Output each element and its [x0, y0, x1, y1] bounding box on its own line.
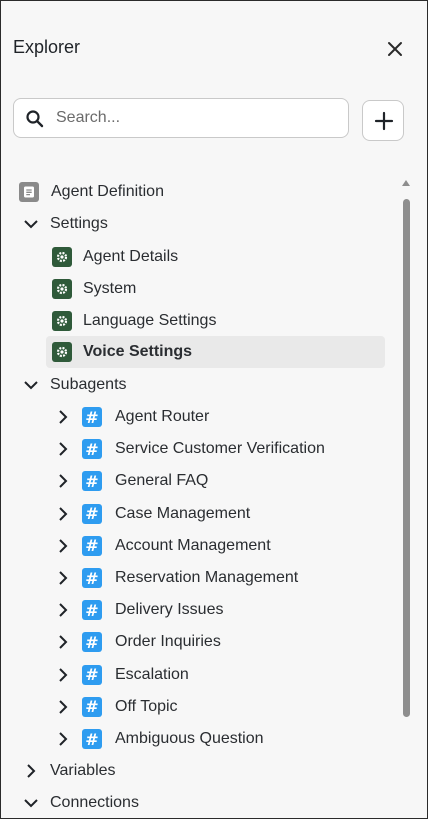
gear-icon: [52, 342, 72, 362]
tree-item-label: Service Customer Verification: [115, 440, 325, 458]
tree-group-label: Connections: [50, 794, 139, 811]
chevron-right-icon[interactable]: [53, 568, 73, 588]
tree-item-label: Agent Details: [83, 248, 179, 265]
chevron-down-icon[interactable]: [21, 793, 41, 813]
tree-item-label: Voice Settings: [83, 343, 193, 360]
hash-icon: #: [82, 471, 102, 492]
gear-icon: [52, 311, 72, 331]
tree-group-settings[interactable]: Settings: [21, 208, 108, 240]
tree-item-subagent[interactable]: # Delivery Issues: [53, 594, 223, 626]
hash-icon: #: [82, 664, 102, 685]
tree-group-connections[interactable]: Connections: [21, 787, 139, 818]
tree-item-label: Agent Definition: [51, 183, 164, 200]
tree-group-label: Settings: [50, 215, 108, 232]
close-icon: [388, 42, 402, 56]
add-button[interactable]: [362, 100, 404, 141]
tree-item-agent-details[interactable]: Agent Details: [52, 241, 178, 273]
close-button[interactable]: [384, 38, 406, 60]
hash-icon: #: [82, 568, 102, 588]
tree-item-label: Escalation: [115, 665, 189, 683]
explorer-panel: Explorer Agent Definition Settings: [0, 0, 428, 819]
chevron-right-icon[interactable]: [53, 504, 73, 524]
tree-group-variables[interactable]: Variables: [21, 755, 116, 787]
hash-icon: #: [82, 535, 102, 556]
tree-item-subagent[interactable]: # General FAQ: [53, 465, 208, 497]
tree-item-system[interactable]: System: [52, 273, 136, 305]
tree-item-label: Language Settings: [83, 312, 217, 329]
chevron-right-icon[interactable]: [53, 471, 73, 491]
tree-item-agent-definition[interactable]: Agent Definition: [19, 176, 164, 208]
tree-item-voice-settings[interactable]: Voice Settings: [46, 336, 385, 368]
chevron-right-icon[interactable]: [53, 697, 73, 717]
hash-icon: #: [82, 729, 102, 749]
chevron-down-icon[interactable]: [21, 375, 41, 395]
tree-item-label: Account Management: [115, 536, 271, 554]
tree-item-label: Reservation Management: [115, 569, 299, 586]
chevron-right-icon[interactable]: [53, 536, 73, 556]
tree-item-label: Order Inquiries: [115, 633, 221, 651]
tree-group-label: Subagents: [50, 376, 127, 393]
chevron-right-icon[interactable]: [21, 761, 41, 781]
tree-item-label: Agent Router: [115, 408, 210, 425]
chevron-right-icon[interactable]: [53, 665, 73, 685]
tree-item-subagent[interactable]: # Service Customer Verification: [53, 433, 325, 465]
scroll-up-arrow[interactable]: [402, 180, 410, 186]
plus-icon: [374, 111, 394, 131]
tree-item-subagent[interactable]: # Account Management: [53, 530, 271, 562]
tree-item-label: General FAQ: [115, 472, 209, 490]
hash-icon: #: [82, 439, 102, 460]
chevron-right-icon[interactable]: [53, 407, 73, 427]
hash-icon: #: [82, 696, 102, 717]
chevron-right-icon[interactable]: [53, 632, 73, 652]
tree-item-label: Off Topic: [115, 697, 178, 715]
search-box[interactable]: [13, 98, 349, 138]
document-icon: [19, 182, 39, 202]
search-input[interactable]: [56, 107, 336, 129]
gear-icon: [52, 247, 72, 267]
tree-item-label: Ambiguous Question: [115, 730, 264, 747]
tree-group-subagents[interactable]: Subagents: [21, 369, 127, 401]
chevron-right-icon[interactable]: [53, 729, 73, 749]
chevron-down-icon[interactable]: [21, 214, 41, 234]
tree-item-subagent[interactable]: # Escalation: [53, 659, 189, 691]
tree-item-subagent[interactable]: # Off Topic: [53, 691, 178, 723]
search-icon: [26, 110, 44, 128]
panel-title: Explorer: [13, 37, 81, 57]
tree-item-subagent[interactable]: # Case Management: [53, 498, 250, 530]
tree-item-subagent[interactable]: # Reservation Management: [53, 562, 298, 594]
tree-group-label: Variables: [50, 762, 116, 779]
tree-item-label: Delivery Issues: [115, 601, 224, 619]
tree-item-language-settings[interactable]: Language Settings: [52, 305, 216, 337]
chevron-right-icon[interactable]: [53, 600, 73, 620]
gear-icon: [52, 279, 72, 299]
hash-icon: #: [82, 632, 102, 653]
tree-item-label: Case Management: [115, 504, 251, 522]
scrollbar-thumb[interactable]: [403, 199, 410, 717]
hash-icon: #: [82, 503, 102, 524]
tree-item-subagent[interactable]: # Order Inquiries: [53, 626, 221, 658]
chevron-right-icon[interactable]: [53, 439, 73, 459]
hash-icon: #: [82, 407, 102, 427]
hash-icon: #: [82, 600, 102, 621]
tree-item-label: System: [83, 280, 137, 297]
tree-item-subagent[interactable]: # Agent Router: [53, 401, 209, 433]
tree-item-subagent[interactable]: # Ambiguous Question: [53, 723, 264, 755]
